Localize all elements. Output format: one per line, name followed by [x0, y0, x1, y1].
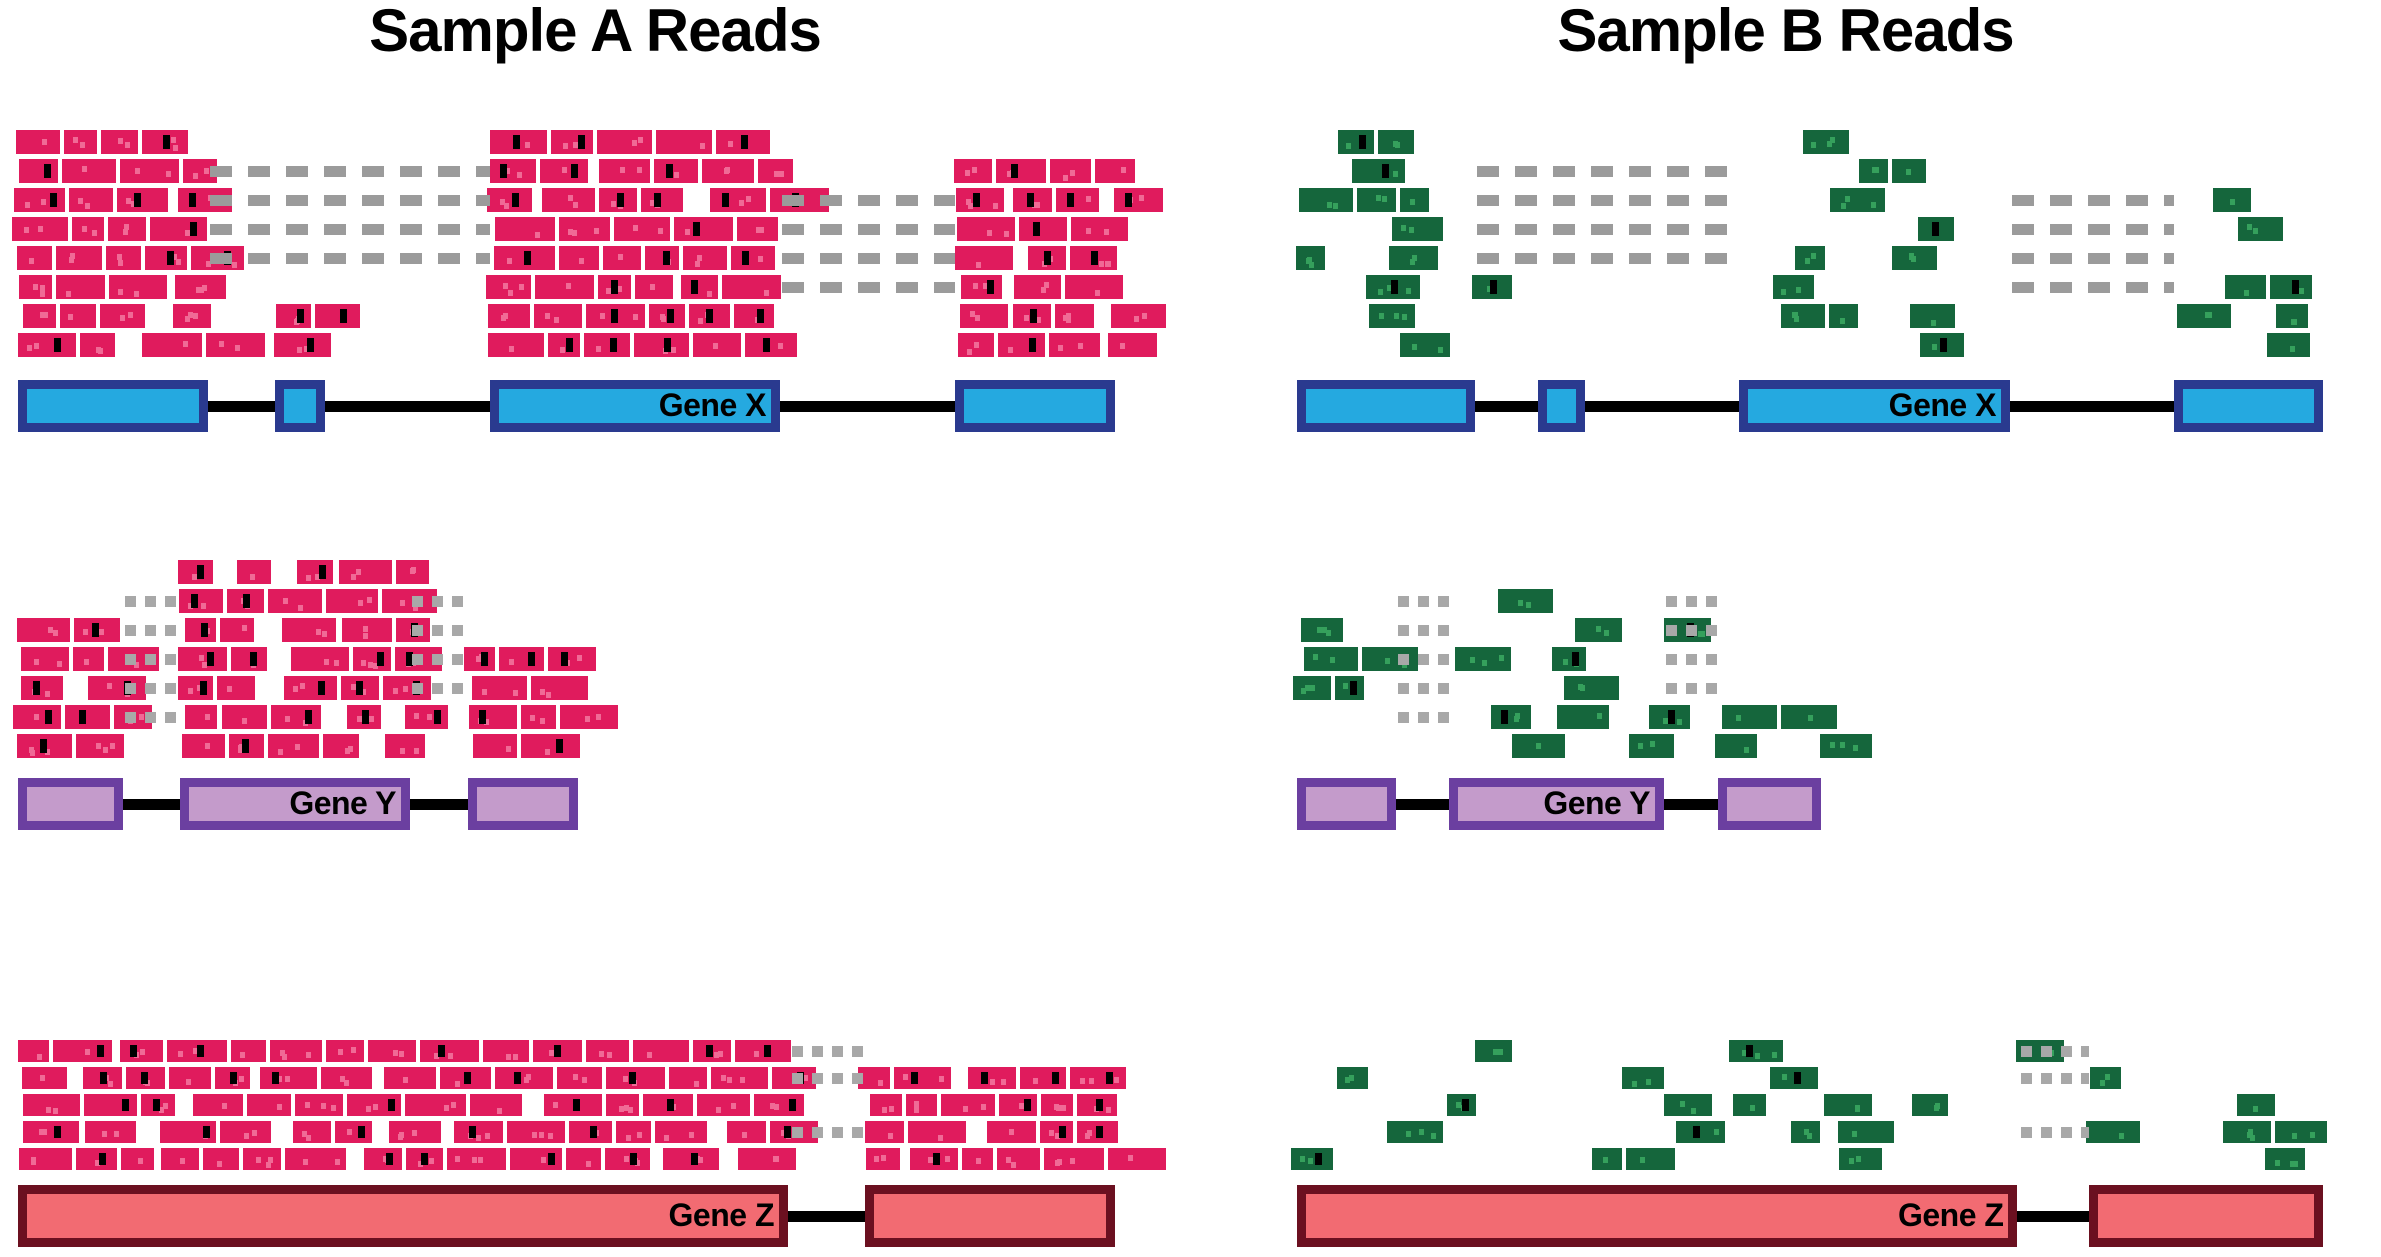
gene-model-gene-z-sample-b[interactable]: Gene Z: [0, 0, 2381, 1257]
exon-fill: [2098, 1194, 2315, 1238]
intron-line: [2017, 1211, 2090, 1222]
locus-gene-z-sample-b: Gene Z: [0, 0, 2381, 1257]
gene-label-gene-z: Gene Z: [1897, 1197, 2004, 1233]
exon-gene-z-2[interactable]: [2089, 1185, 2324, 1247]
